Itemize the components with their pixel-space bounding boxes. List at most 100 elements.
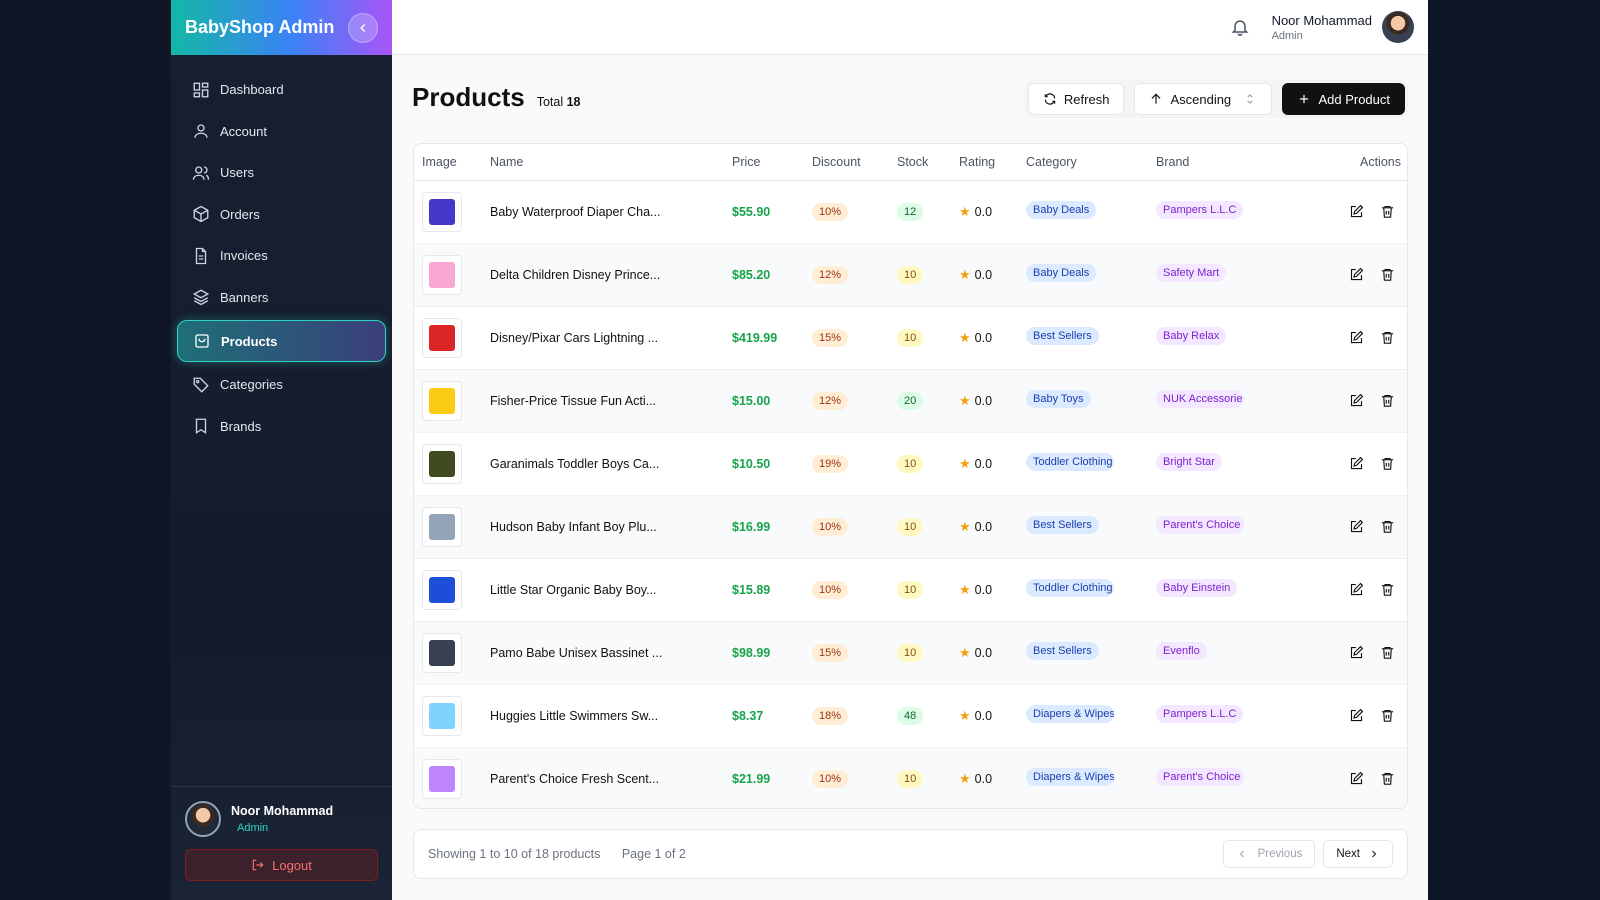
trash-icon[interactable] bbox=[1380, 267, 1395, 282]
sidebar-item-categories[interactable]: Categories bbox=[177, 364, 386, 406]
stock-cell: 10 bbox=[889, 495, 951, 559]
collapse-sidebar-button[interactable] bbox=[348, 12, 378, 43]
sidebar-item-label: Brands bbox=[220, 418, 262, 434]
next-button[interactable]: Next bbox=[1323, 840, 1393, 868]
sidebar-item-dashboard[interactable]: Dashboard bbox=[177, 69, 386, 111]
brand-badge: Evenflo bbox=[1156, 642, 1207, 660]
sidebar-item-users[interactable]: Users bbox=[177, 152, 386, 194]
tag-icon bbox=[193, 377, 209, 393]
product-image bbox=[429, 387, 455, 414]
trash-icon[interactable] bbox=[1380, 582, 1395, 597]
category-cell: Diapers & Wipes bbox=[1018, 684, 1148, 748]
edit-icon[interactable] bbox=[1349, 456, 1364, 471]
product-thumbnail bbox=[422, 506, 462, 547]
add-product-button[interactable]: Add Product bbox=[1282, 83, 1405, 115]
actions-cell bbox=[1298, 684, 1407, 748]
actions-cell bbox=[1298, 432, 1407, 496]
rating-value: 0.0 bbox=[974, 456, 993, 471]
edit-icon[interactable] bbox=[1349, 267, 1364, 282]
discount-cell: 10% bbox=[804, 180, 889, 244]
category-badge: Baby Deals bbox=[1026, 201, 1097, 219]
product-name: Garanimals Toddler Boys Ca... bbox=[482, 432, 724, 496]
product-price: $16.99 bbox=[724, 495, 804, 559]
actions-cell bbox=[1298, 495, 1407, 559]
discount-cell: 19% bbox=[804, 432, 889, 496]
sidebar-user: Noor Mohammad Admin bbox=[185, 801, 378, 837]
product-price: $21.99 bbox=[724, 747, 804, 808]
image-cell bbox=[414, 558, 482, 622]
page-background bbox=[1428, 0, 1600, 900]
edit-icon[interactable] bbox=[1349, 771, 1364, 786]
stock-cell: 10 bbox=[889, 747, 951, 808]
rating-value: 0.0 bbox=[974, 330, 993, 345]
trash-icon[interactable] bbox=[1380, 771, 1395, 786]
previous-button[interactable]: Previous bbox=[1222, 840, 1316, 868]
edit-icon[interactable] bbox=[1349, 330, 1364, 345]
trash-icon[interactable] bbox=[1380, 393, 1395, 408]
sidebar-item-invoices[interactable]: Invoices bbox=[177, 235, 386, 277]
trash-icon[interactable] bbox=[1380, 330, 1395, 345]
sidebar-item-products[interactable]: Products bbox=[177, 320, 386, 362]
sidebar-item-banners[interactable]: Banners bbox=[177, 277, 386, 319]
sidebar-item-account[interactable]: Account bbox=[177, 111, 386, 153]
edit-icon[interactable] bbox=[1349, 582, 1364, 597]
product-price: $15.89 bbox=[724, 558, 804, 622]
brand-badge: Parent's Choice bbox=[1156, 768, 1244, 786]
sidebar-item-brands[interactable]: Brands bbox=[177, 406, 386, 448]
actions-cell bbox=[1298, 621, 1407, 685]
edit-icon[interactable] bbox=[1349, 204, 1364, 219]
sort-select[interactable]: Ascending bbox=[1134, 83, 1273, 115]
product-price: $15.00 bbox=[724, 369, 804, 433]
edit-icon[interactable] bbox=[1349, 645, 1364, 660]
stock-badge: 10 bbox=[897, 769, 924, 788]
edit-icon[interactable] bbox=[1349, 708, 1364, 723]
trash-icon[interactable] bbox=[1380, 204, 1395, 219]
discount-cell: 10% bbox=[804, 747, 889, 808]
pagination-buttons: Previous Next bbox=[1222, 840, 1393, 868]
rating-value: 0.0 bbox=[974, 708, 993, 723]
trash-icon[interactable] bbox=[1380, 645, 1395, 660]
sidebar-item-label: Banners bbox=[220, 289, 269, 305]
table-row: Little Star Organic Baby Boy... $15.89 1… bbox=[414, 558, 1407, 622]
sidebar-item-orders[interactable]: Orders bbox=[177, 194, 386, 236]
stock-cell: 10 bbox=[889, 306, 951, 370]
trash-icon[interactable] bbox=[1380, 519, 1395, 534]
star-icon: ★ bbox=[959, 581, 971, 597]
category-badge: Best Sellers bbox=[1026, 516, 1099, 534]
brand-title: BabyShop Admin bbox=[185, 17, 335, 37]
column-header: Stock bbox=[889, 144, 951, 181]
category-cell: Baby Toys bbox=[1018, 369, 1148, 433]
discount-cell: 10% bbox=[804, 495, 889, 559]
product-thumbnail bbox=[422, 569, 462, 610]
bell-icon[interactable] bbox=[1230, 17, 1250, 37]
logout-button[interactable]: Logout bbox=[185, 849, 378, 881]
product-price: $55.90 bbox=[724, 180, 804, 244]
avatar[interactable] bbox=[1382, 11, 1414, 43]
star-icon: ★ bbox=[959, 707, 971, 723]
star-icon: ★ bbox=[959, 518, 971, 534]
total-value: 18 bbox=[566, 95, 581, 109]
product-thumbnail bbox=[422, 758, 462, 799]
refresh-button[interactable]: Refresh bbox=[1027, 83, 1125, 115]
table-row: Parent's Choice Fresh Scent... $21.99 10… bbox=[414, 747, 1407, 808]
rating-cell: ★ 0.0 bbox=[951, 306, 1018, 370]
stock-badge: 10 bbox=[897, 580, 924, 599]
chevron-left-icon bbox=[1239, 850, 1244, 858]
page-text: Page 1 of 2 bbox=[621, 847, 686, 861]
discount-badge: 12% bbox=[812, 265, 849, 284]
product-name: Baby Waterproof Diaper Cha... bbox=[482, 180, 724, 244]
product-name: Little Star Organic Baby Boy... bbox=[482, 558, 724, 622]
category-badge: Diapers & Wipes bbox=[1026, 768, 1114, 786]
category-cell: Best Sellers bbox=[1018, 621, 1148, 685]
edit-icon[interactable] bbox=[1349, 393, 1364, 408]
product-image bbox=[429, 261, 455, 288]
sidebar-item-label: Users bbox=[220, 165, 254, 181]
file-icon bbox=[195, 247, 207, 264]
category-badge: Baby Deals bbox=[1026, 264, 1097, 282]
edit-icon[interactable] bbox=[1349, 519, 1364, 534]
product-name: Fisher-Price Tissue Fun Acti... bbox=[482, 369, 724, 433]
trash-icon[interactable] bbox=[1380, 456, 1395, 471]
table-header-row: Image Name Price Discount Stock Rating C… bbox=[414, 144, 1407, 181]
sidebar-item-label: Dashboard bbox=[220, 82, 284, 98]
trash-icon[interactable] bbox=[1380, 708, 1395, 723]
